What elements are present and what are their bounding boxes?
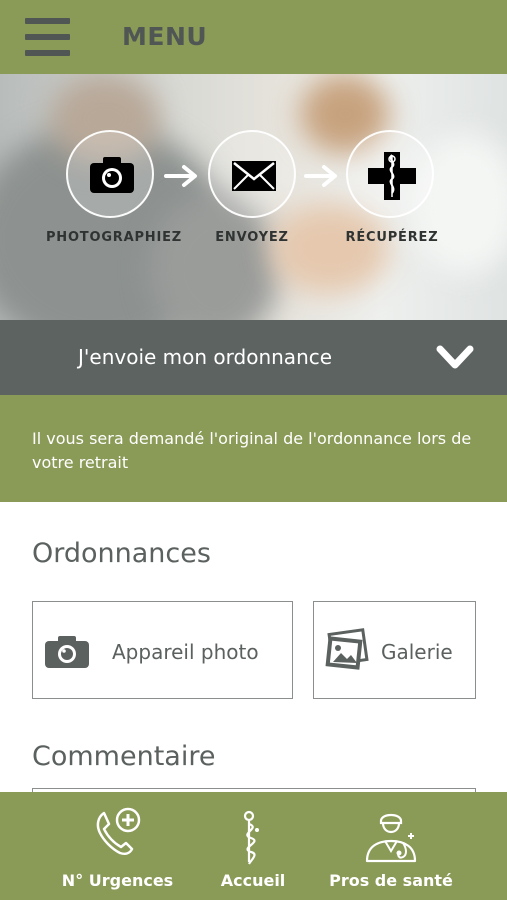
top-bar: MENU	[0, 0, 507, 74]
chevron-down-icon[interactable]	[436, 343, 474, 373]
step-label-send: ENVOYEZ	[215, 230, 289, 245]
nav-home[interactable]: Accueil	[205, 792, 301, 900]
send-prescription-bar[interactable]: J'envoie mon ordonnance	[0, 320, 507, 395]
send-prescription-label: J'envoie mon ordonnance	[78, 345, 333, 369]
menu-title[interactable]: MENU	[122, 22, 207, 51]
step-pickup-circle	[346, 130, 434, 218]
info-text: Il vous sera demandé l'original de l'ord…	[32, 429, 472, 472]
nav-label-emergency: N° Urgences	[61, 871, 174, 890]
camera-icon	[90, 157, 134, 193]
nav-label-health-pros: Pros de santé	[329, 871, 453, 890]
emergency-phone-icon	[96, 807, 141, 856]
pharmacy-cross-icon	[368, 152, 416, 200]
comment-title: Commentaire	[32, 741, 216, 772]
doctor-icon	[365, 813, 417, 863]
nav-health-pros[interactable]: Pros de santé	[325, 792, 457, 900]
step-label-photograph: PHOTOGRAPHIEZ	[45, 230, 183, 245]
bottom-nav: N° Urgences Accueil Pros de santé	[0, 792, 507, 900]
hero-banner: PHOTOGRAPHIEZ ENVOYEZ RÉCUPÉREZ	[0, 74, 507, 320]
arrow-right-icon	[164, 165, 197, 187]
arrow-right-icon	[304, 165, 337, 187]
home-caduceus-icon	[243, 810, 259, 865]
step-photograph-circle	[66, 130, 154, 218]
info-bar: Il vous sera demandé l'original de l'ord…	[0, 395, 507, 502]
camera-button-label: Appareil photo	[112, 640, 259, 664]
gallery-button-label: Galerie	[381, 640, 453, 664]
nav-emergency-numbers[interactable]: N° Urgences	[50, 792, 185, 900]
step-send-circle	[208, 130, 296, 218]
gallery-button[interactable]: Galerie	[313, 601, 476, 699]
hamburger-menu-icon[interactable]	[25, 18, 70, 56]
gallery-icon	[325, 628, 369, 670]
envelope-icon	[232, 161, 276, 191]
camera-icon	[45, 636, 89, 668]
nav-label-home: Accueil	[220, 871, 286, 890]
step-label-pickup: RÉCUPÉREZ	[345, 230, 439, 245]
camera-button[interactable]: Appareil photo	[32, 601, 293, 699]
prescriptions-title: Ordonnances	[32, 538, 211, 569]
